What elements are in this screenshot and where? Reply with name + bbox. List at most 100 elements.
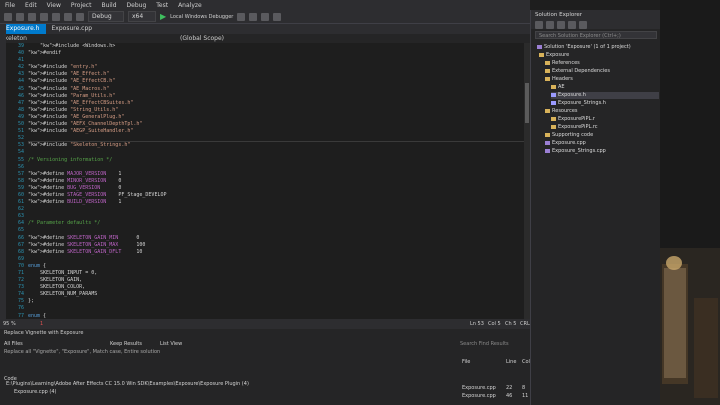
code-line[interactable]: SKELETON_NUM_PARAMS <box>28 291 530 298</box>
tree-item[interactable]: Exposure <box>539 52 659 59</box>
tree-item[interactable]: ExposurePiPL.r <box>551 116 659 123</box>
error-count[interactable]: 1 <box>40 319 43 329</box>
col-file-header[interactable]: File <box>462 359 470 366</box>
keep-results-button[interactable]: Keep Results <box>110 341 142 348</box>
collapse-icon[interactable] <box>557 20 565 29</box>
code-line[interactable]: /* Parameter defaults */ <box>28 220 530 227</box>
tree-item[interactable]: Exposure.h <box>551 92 659 99</box>
result-file[interactable]: Exposure.cpp <box>462 385 496 392</box>
code-line[interactable] <box>28 213 530 220</box>
menu-file[interactable]: File <box>0 2 20 9</box>
search-find-results-input[interactable]: Search Find Results <box>460 341 509 348</box>
code-line[interactable]: "kw">#include "AEGP_SuiteHandler.h" <box>28 128 530 135</box>
code-line[interactable] <box>28 256 530 263</box>
tab-exposure-cpp[interactable]: Exposure.cpp <box>46 24 99 34</box>
line-number: 46 <box>17 92 24 99</box>
code-line[interactable]: SKELETON_COLOR, <box>28 284 530 291</box>
scope-select[interactable]: All Files <box>4 341 23 348</box>
code-line[interactable]: "kw">#define BUG_VERSION 0 <box>28 185 530 192</box>
menu-debug[interactable]: Debug <box>122 2 152 9</box>
code-line[interactable]: "kw">#define SKELETON_GAIN_MIN 0 <box>28 235 530 242</box>
zoom-level[interactable]: 95 % <box>3 319 16 329</box>
code-line[interactable]: "kw">#include "AEFX_ChannelDepthTpl.h" <box>28 121 530 128</box>
tree-item[interactable]: Resources <box>545 108 659 115</box>
config-select[interactable]: Debug <box>88 11 124 22</box>
code-line[interactable]: "kw">#include "Param_Utils.h" <box>28 93 530 100</box>
code-line[interactable]: "kw">#include "Skeleton_Strings.h" <box>28 142 530 149</box>
code-line[interactable]: "kw">#define MAJOR_VERSION 1 <box>28 171 530 178</box>
debugger-button[interactable]: Local Windows Debugger <box>170 14 233 20</box>
result-path[interactable]: E:\Plugins\Learning\Adobe After Effects … <box>6 381 249 388</box>
scrollbar-thumb[interactable] <box>525 83 529 123</box>
menu-edit[interactable]: Edit <box>20 2 42 9</box>
code-editor[interactable]: 39 40 41 42 43 44 45 46 47 48 49 50 51 52 53 54 55 56 57 58… <box>6 43 530 319</box>
tree-item[interactable]: Exposure.cpp <box>545 140 659 147</box>
properties-icon[interactable] <box>579 20 587 29</box>
menu-test[interactable]: Test <box>151 2 173 9</box>
attach-icon[interactable] <box>237 12 246 21</box>
code-line[interactable]: "kw">#include "AE_Effect.h" <box>28 71 530 78</box>
comment-icon[interactable] <box>261 12 270 21</box>
col-col-header[interactable]: Col <box>522 359 530 366</box>
save-all-icon[interactable] <box>52 12 60 21</box>
tree-item[interactable]: Exposure_Strings.cpp <box>545 148 659 155</box>
code-line[interactable]: "kw">#include "AE_EffectCB.h" <box>28 78 530 85</box>
code-line[interactable] <box>28 164 530 171</box>
code-line[interactable]: SKELETON_GAIN, <box>28 277 530 284</box>
platform-select[interactable]: x64 <box>128 11 156 22</box>
code-line[interactable]: "kw">#define SKELETON_GAIN_MAX 100 <box>28 242 530 249</box>
code-text-area[interactable]: "kw">#include <Windows.h> "kw">#endif "kw… <box>28 43 530 319</box>
tree-item[interactable]: External Dependencies <box>545 68 659 75</box>
redo-icon[interactable] <box>76 12 84 21</box>
code-line[interactable] <box>28 206 530 213</box>
uncomment-icon[interactable] <box>273 12 282 21</box>
home-icon[interactable] <box>535 20 543 29</box>
tree-item[interactable]: References <box>545 60 659 67</box>
tree-item[interactable]: Exposure_Strings.h <box>551 100 659 107</box>
col-line-header[interactable]: Line <box>506 359 516 366</box>
tab-exposure-h[interactable]: Exposure.h <box>0 24 46 34</box>
code-line[interactable]: "kw">#define MINOR_VERSION 0 <box>28 178 530 185</box>
solution-root[interactable]: Solution 'Exposure' (1 of 1 project) <box>537 44 631 51</box>
menu-build[interactable]: Build <box>96 2 121 9</box>
code-line[interactable]: "kw">#define SKELETON_GAIN_DFLT 10 <box>28 249 530 256</box>
code-line[interactable] <box>28 57 530 64</box>
tree-item[interactable]: Headers <box>545 76 659 83</box>
bookmark-icon[interactable] <box>249 12 258 21</box>
menu-view[interactable]: View <box>42 2 66 9</box>
show-all-icon[interactable] <box>568 20 576 29</box>
code-line[interactable]: "kw">#include "AE_Macros.h" <box>28 86 530 93</box>
code-line[interactable]: "kw">#include "AE_EffectCBSuites.h" <box>28 100 530 107</box>
code-line[interactable]: /* Versioning information */ <box>28 157 530 164</box>
code-line[interactable]: "kw">#include "AE_GeneralPlug.h" <box>28 114 530 121</box>
code-line[interactable]: "kw">#endif <box>28 50 530 57</box>
code-line[interactable]: SKELETON_INPUT = 0, <box>28 270 530 277</box>
tree-item[interactable]: AE <box>551 84 659 91</box>
code-line[interactable]: "kw">#include "entry.h" <box>28 64 530 71</box>
code-line[interactable]: "kw">#include <Windows.h> <box>28 43 530 50</box>
save-icon[interactable] <box>40 12 48 21</box>
back-icon[interactable] <box>4 12 12 21</box>
list-view-button[interactable]: List View <box>160 341 182 348</box>
code-line[interactable]: "kw">#define STAGE_VERSION PF_Stage_DEVE… <box>28 192 530 199</box>
code-line[interactable]: }; <box>28 298 530 305</box>
solution-search-input[interactable]: Search Solution Explorer (Ctrl+;) <box>535 31 657 39</box>
code-line[interactable] <box>28 227 530 234</box>
result-file-group[interactable]: Exposure.cpp (4) <box>14 389 57 396</box>
code-line[interactable]: enum { <box>28 263 530 270</box>
scope-dropdown[interactable]: (Global Scope) <box>180 34 224 43</box>
result-file[interactable]: Exposure.cpp <box>462 393 496 400</box>
code-line[interactable]: "kw">#define BUILD_VERSION 1 <box>28 199 530 206</box>
code-line[interactable]: "kw">#include "String_Utils.h" <box>28 107 530 114</box>
code-line[interactable] <box>28 305 530 312</box>
menu-project[interactable]: Project <box>66 2 97 9</box>
tree-item[interactable]: ExposurePiPL.rc <box>551 124 659 131</box>
undo-icon[interactable] <box>64 12 72 21</box>
new-file-icon[interactable] <box>28 12 36 21</box>
play-icon[interactable]: ▶ <box>160 12 166 21</box>
forward-icon[interactable] <box>16 12 24 21</box>
tree-item[interactable]: Supporting code <box>545 132 659 139</box>
menu-analyze[interactable]: Analyze <box>173 2 207 9</box>
code-line[interactable] <box>28 149 530 156</box>
sync-icon[interactable] <box>546 20 554 29</box>
